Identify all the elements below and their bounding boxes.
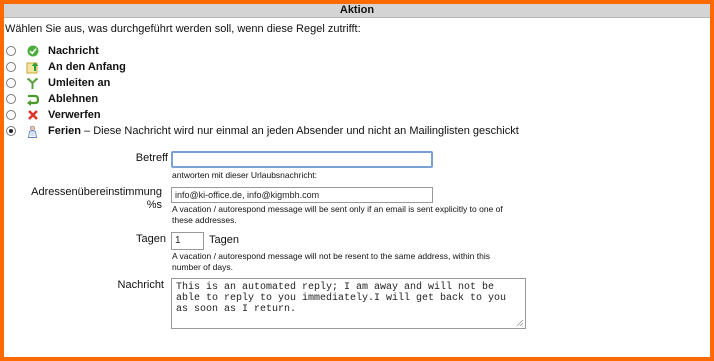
option-umleiten-an[interactable]: Umleiten an xyxy=(4,76,110,90)
option-an-den-anfang[interactable]: An den Anfang xyxy=(4,60,126,74)
radio-nachricht[interactable] xyxy=(6,46,16,56)
option-label: Verwerfen xyxy=(48,109,101,121)
discard-icon xyxy=(26,109,39,122)
betreff-hint: antworten mit dieser Urlaubsnachricht: xyxy=(172,170,318,180)
adressen-hint-line2: these addresses. xyxy=(172,215,237,225)
option-ferien[interactable]: Ferien – Diese Nachricht wird nur einmal… xyxy=(4,124,519,138)
option-ablehnen[interactable]: Ablehnen xyxy=(4,92,98,106)
adressen-label-line1: Adressenübereinstimmung xyxy=(31,186,162,198)
option-label: An den Anfang xyxy=(48,61,126,73)
option-label: Ablehnen xyxy=(48,93,99,105)
option-label: Nachricht xyxy=(48,45,99,57)
radio-verwerfen[interactable] xyxy=(6,110,16,120)
nachricht-textarea[interactable]: This is an automated reply; I am away an… xyxy=(171,278,526,329)
adressen-hint-line1: A vacation / autorespond message will be… xyxy=(172,204,503,214)
reject-icon xyxy=(26,93,39,106)
adressen-value: info@ki-office.de, info@kigmbh.com xyxy=(175,190,320,200)
betreff-label: Betreff xyxy=(135,152,168,164)
tage-input[interactable]: 1 xyxy=(171,232,204,250)
adressen-hint: A vacation / autorespond message will be… xyxy=(172,204,503,226)
tage-hint: A vacation / autorespond message will no… xyxy=(172,251,490,273)
betreff-value xyxy=(173,153,431,157)
option-nachricht[interactable]: Nachricht xyxy=(4,44,99,58)
tage-hint-line2: number of days. xyxy=(172,262,233,272)
radio-an-den-anfang[interactable] xyxy=(6,62,16,72)
adressen-label-line2: %s xyxy=(146,199,162,211)
radio-umleiten-an[interactable] xyxy=(6,78,16,88)
arrow-up-icon xyxy=(26,61,39,74)
adressen-input[interactable]: info@ki-office.de, info@kigmbh.com xyxy=(171,187,433,203)
redirect-icon xyxy=(26,77,39,90)
betreff-input[interactable] xyxy=(171,151,433,168)
tage-value: 1 xyxy=(175,235,181,246)
option-label: Umleiten an xyxy=(48,77,111,89)
nachricht-value: This is an automated reply; I am away an… xyxy=(176,282,513,315)
tage-suffix: Tagen xyxy=(209,234,239,246)
adressen-label: Adressenübereinstimmung %s xyxy=(31,186,162,212)
option-verwerfen[interactable]: Verwerfen xyxy=(4,108,101,122)
vacation-icon xyxy=(26,125,39,138)
radio-ablehnen[interactable] xyxy=(6,94,16,104)
tage-label: Tagen xyxy=(136,233,166,245)
nachricht-label: Nachricht xyxy=(117,279,164,291)
action-panel: Aktion Wählen Sie aus, was durchgeführt … xyxy=(4,4,710,357)
resize-grip-icon[interactable] xyxy=(516,319,524,327)
radio-ferien[interactable] xyxy=(6,126,16,136)
check-icon xyxy=(26,45,39,58)
tage-hint-line1: A vacation / autorespond message will no… xyxy=(172,251,490,261)
panel-header: Aktion xyxy=(4,4,710,18)
option-label: Ferien xyxy=(48,125,82,137)
intro-text: Wählen Sie aus, was durchgeführt werden … xyxy=(5,23,361,35)
option-description: – Diese Nachricht wird nur einmal an jed… xyxy=(84,125,519,137)
